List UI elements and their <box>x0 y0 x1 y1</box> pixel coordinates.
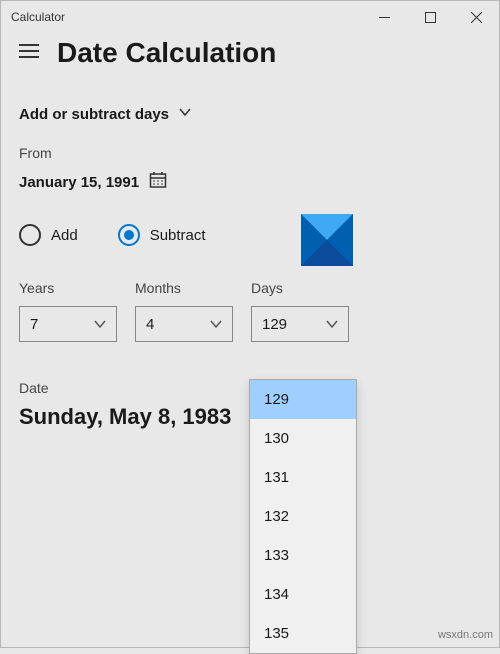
from-date-value: January 15, 1991 <box>19 174 139 191</box>
hamburger-menu-button[interactable] <box>19 43 39 64</box>
months-select[interactable]: 4 <box>135 306 233 342</box>
dropdown-item[interactable]: 134 <box>250 575 356 614</box>
subtract-radio-label: Subtract <box>150 227 206 244</box>
header: Date Calculation <box>1 33 499 77</box>
dropdown-item[interactable]: 129 <box>250 380 356 419</box>
days-value: 129 <box>262 316 287 333</box>
close-button[interactable] <box>453 1 499 33</box>
chevron-down-icon <box>210 318 222 330</box>
years-label: Years <box>19 280 117 296</box>
duration-pickers: Years 7 Months 4 Days 129 <box>19 280 481 342</box>
years-picker: Years 7 <box>19 280 117 342</box>
calendar-icon <box>149 171 167 194</box>
watermark: wsxdn.com <box>438 629 493 641</box>
maximize-button[interactable] <box>407 1 453 33</box>
page-title: Date Calculation <box>57 37 276 69</box>
years-select[interactable]: 7 <box>19 306 117 342</box>
days-select[interactable]: 129 <box>251 306 349 342</box>
months-label: Months <box>135 280 233 296</box>
dropdown-item[interactable]: 130 <box>250 419 356 458</box>
maximize-icon <box>425 12 436 23</box>
radio-circle-icon <box>19 224 41 246</box>
months-value: 4 <box>146 316 154 333</box>
radio-circle-selected-icon <box>118 224 140 246</box>
dropdown-item[interactable]: 135 <box>250 614 356 653</box>
minimize-icon <box>379 12 390 23</box>
hamburger-icon <box>19 43 39 59</box>
from-label: From <box>19 145 481 161</box>
dropdown-item[interactable]: 131 <box>250 458 356 497</box>
add-subtract-radios: Add Subtract <box>19 224 481 246</box>
days-label: Days <box>251 280 349 296</box>
minimize-button[interactable] <box>361 1 407 33</box>
titlebar: Calculator <box>1 1 499 33</box>
subtract-radio[interactable]: Subtract <box>118 224 206 246</box>
months-picker: Months 4 <box>135 280 233 342</box>
mode-label: Add or subtract days <box>19 106 169 123</box>
mode-selector[interactable]: Add or subtract days <box>19 105 191 123</box>
days-picker: Days 129 <box>251 280 349 342</box>
window-title: Calculator <box>11 10 65 24</box>
chevron-down-icon <box>179 105 191 123</box>
calculator-window: Calculator Date Calculation Add or subtr <box>0 0 500 648</box>
from-date-picker[interactable]: January 15, 1991 <box>19 171 481 194</box>
window-controls <box>361 1 499 33</box>
chevron-down-icon <box>94 318 106 330</box>
windows-logo-icon <box>301 214 353 266</box>
years-value: 7 <box>30 316 38 333</box>
dropdown-item[interactable]: 133 <box>250 536 356 575</box>
chevron-down-icon <box>326 318 338 330</box>
days-dropdown-list: 129130131132133134135 <box>249 379 357 654</box>
add-radio[interactable]: Add <box>19 224 78 246</box>
dropdown-item[interactable]: 132 <box>250 497 356 536</box>
close-icon <box>471 12 482 23</box>
add-radio-label: Add <box>51 227 78 244</box>
